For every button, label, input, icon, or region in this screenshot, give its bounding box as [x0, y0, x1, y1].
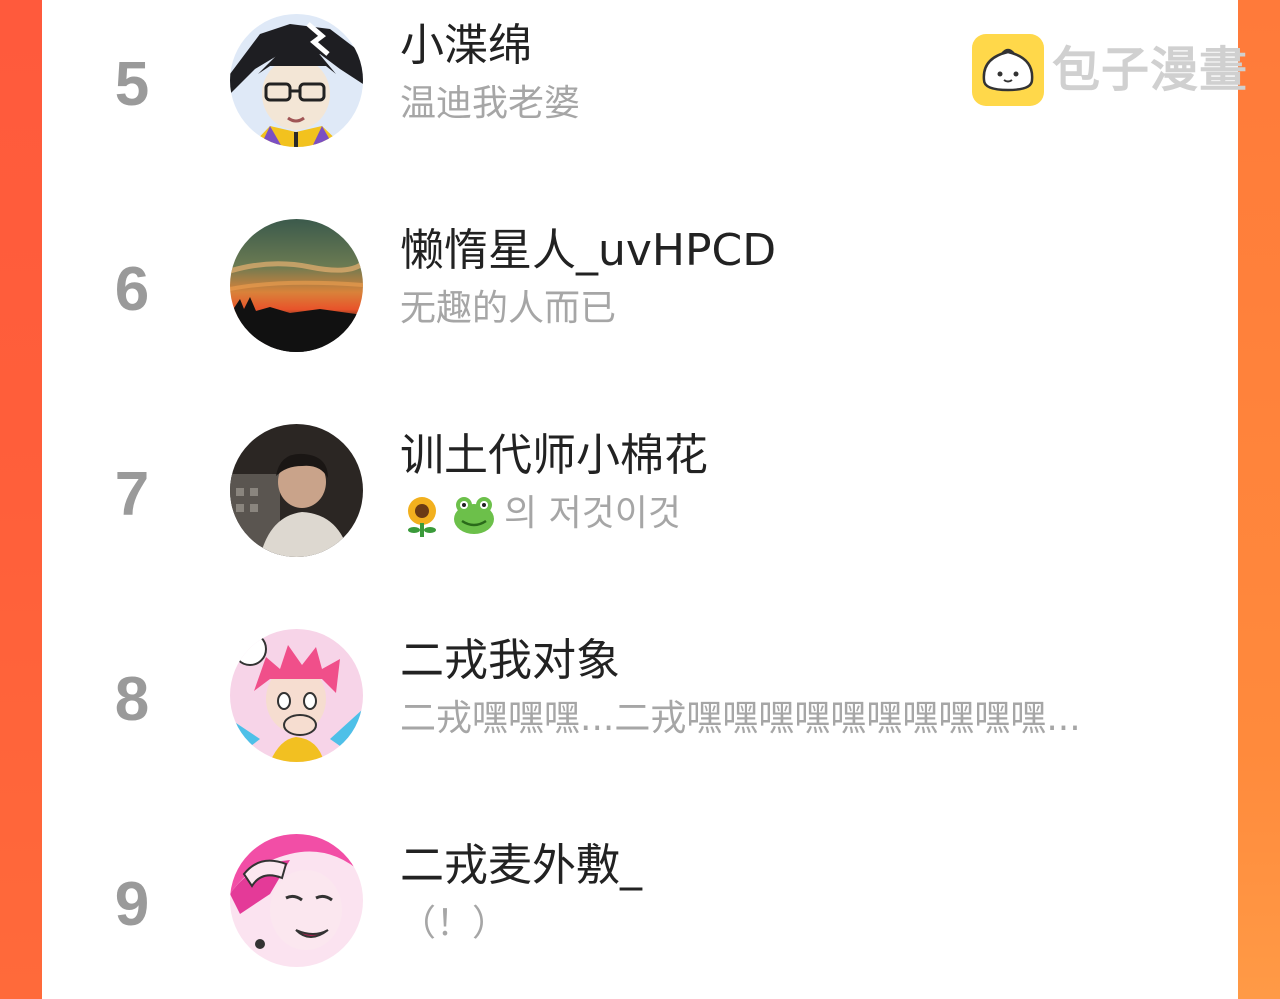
- avatar-anime-pink-hair-laughing-icon: [230, 834, 363, 967]
- avatar-anime-boy-glasses-icon: [230, 14, 363, 147]
- user-avatar[interactable]: [230, 424, 363, 557]
- watermark-logo: 包子漫畫: [972, 34, 1247, 108]
- user-avatar[interactable]: [230, 219, 363, 352]
- rank-number: 9: [114, 870, 150, 939]
- user-signature: 二戎嘿嘿嘿...二戎嘿嘿嘿嘿嘿嘿嘿嘿嘿嘿...: [400, 698, 1081, 739]
- user-avatar[interactable]: [230, 834, 363, 967]
- list-item[interactable]: 6 懒惰星人_uvHPCD 无趣的人而已: [42, 217, 1238, 367]
- user-avatar[interactable]: [230, 629, 363, 762]
- avatar-photo-person-icon: [230, 424, 363, 557]
- avatar-anime-pink-hair-icon: [230, 629, 363, 762]
- user-name[interactable]: 训土代师小棉花: [400, 430, 708, 482]
- list-item[interactable]: 9 二戎麦外敷_ （！）: [42, 832, 1238, 982]
- sunflower-emoji-icon: [408, 497, 436, 537]
- user-name[interactable]: 懒惰星人_uvHPCD: [400, 225, 776, 277]
- watermark-text: 包子漫畫: [1052, 42, 1249, 98]
- frog-emoji-icon: [454, 497, 494, 534]
- user-signature: 의 저것이것: [504, 493, 682, 534]
- bun-logo-icon: [972, 34, 1044, 106]
- ranking-page: 5 小渫绵 温迪我老婆 6 懒惰星人_uvHPCD 无趣的人而已 7 训土代师小…: [0, 0, 1280, 999]
- list-item[interactable]: 8 二戎我对象 二戎嘿嘿嘿...二戎嘿嘿嘿嘿嘿嘿嘿嘿嘿嘿...: [42, 627, 1238, 777]
- list-item[interactable]: 7 训土代师小棉花 의 저것이것: [42, 422, 1238, 572]
- rank-number: 6: [114, 255, 150, 324]
- user-avatar[interactable]: [230, 14, 363, 147]
- avatar-sunset-sky-icon: [230, 219, 363, 352]
- user-signature-row: 의 저것이것: [400, 492, 681, 537]
- rank-number: 7: [114, 460, 150, 529]
- ranking-list: 5 小渫绵 温迪我老婆 6 懒惰星人_uvHPCD 无趣的人而已 7 训土代师小…: [42, 0, 1238, 999]
- user-name[interactable]: 二戎我对象: [400, 635, 620, 687]
- user-signature: 无趣的人而已: [400, 288, 617, 329]
- user-name[interactable]: 小渫绵: [400, 20, 532, 72]
- user-signature: 温迪我老婆: [400, 83, 581, 124]
- rank-number: 5: [114, 50, 150, 119]
- rank-number: 8: [114, 665, 150, 734]
- user-name[interactable]: 二戎麦外敷_: [400, 840, 642, 892]
- user-signature: （！）: [400, 903, 509, 944]
- ranking-panel: 5 小渫绵 温迪我老婆 6 懒惰星人_uvHPCD 无趣的人而已 7 训土代师小…: [42, 0, 1247, 999]
- right-border: [1238, 0, 1280, 999]
